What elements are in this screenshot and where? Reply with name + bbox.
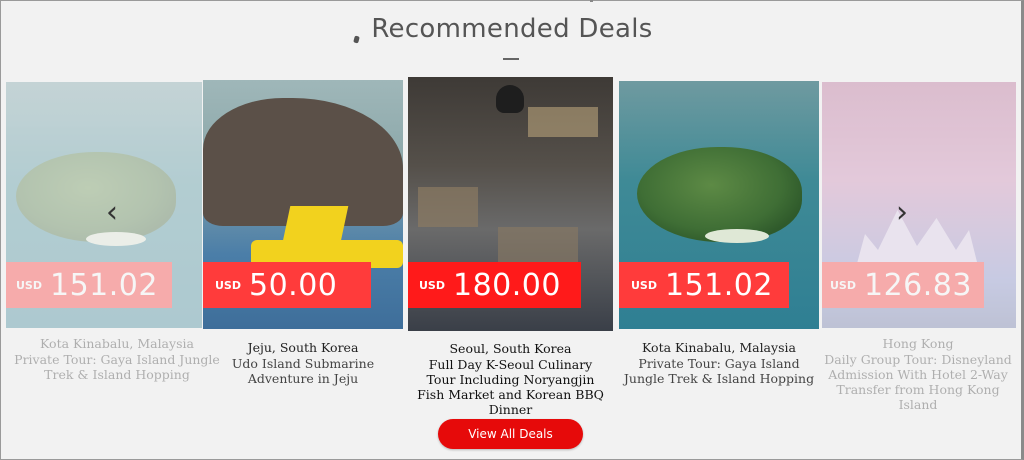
decoration-mark: [590, 0, 593, 2]
price-currency: USD: [631, 278, 657, 292]
deal-description[interactable]: Full Day K-Seoul Culinary Tour Including…: [413, 357, 608, 417]
view-all-deals-button[interactable]: View All Deals: [438, 419, 583, 449]
price-badge: USD 126.83: [822, 262, 984, 308]
price-amount: 126.83: [864, 267, 972, 303]
deal-description[interactable]: Private Tour: Gaya Island Jungle Trek & …: [6, 352, 228, 382]
price-currency: USD: [830, 278, 856, 292]
price-currency: USD: [16, 278, 42, 292]
price-amount: 151.02: [50, 267, 158, 303]
price-badge: USD 180.00: [408, 262, 581, 308]
chevron-left-icon[interactable]: ‹: [106, 198, 118, 228]
price-badge: USD 151.02: [6, 262, 172, 308]
deal-description[interactable]: Udo Island Submarine Adventure in Jeju: [223, 356, 383, 386]
deal-city: Hong Kong: [882, 336, 954, 351]
price-badge: USD 50.00: [203, 262, 371, 308]
price-currency: USD: [215, 278, 241, 292]
section-title: Recommended Deals: [371, 14, 653, 44]
price-badge: USD 151.02: [619, 262, 789, 308]
price-currency: USD: [419, 278, 445, 292]
price-amount: 151.02: [665, 267, 773, 303]
title-underline: [503, 58, 519, 60]
price-amount: 180.00: [453, 267, 561, 303]
deal-city: Kota Kinabalu, Malaysia: [642, 340, 796, 355]
deal-description[interactable]: Daily Group Tour: Disneyland Admission W…: [822, 352, 1014, 412]
deal-description[interactable]: Private Tour: Gaya Island Jungle Trek & …: [619, 356, 819, 386]
deal-city: Jeju, South Korea: [247, 340, 359, 355]
deal-city: Seoul, South Korea: [449, 341, 572, 356]
deal-city: Kota Kinabalu, Malaysia: [40, 336, 194, 351]
chevron-right-icon[interactable]: ›: [896, 198, 908, 228]
price-amount: 50.00: [249, 267, 338, 303]
